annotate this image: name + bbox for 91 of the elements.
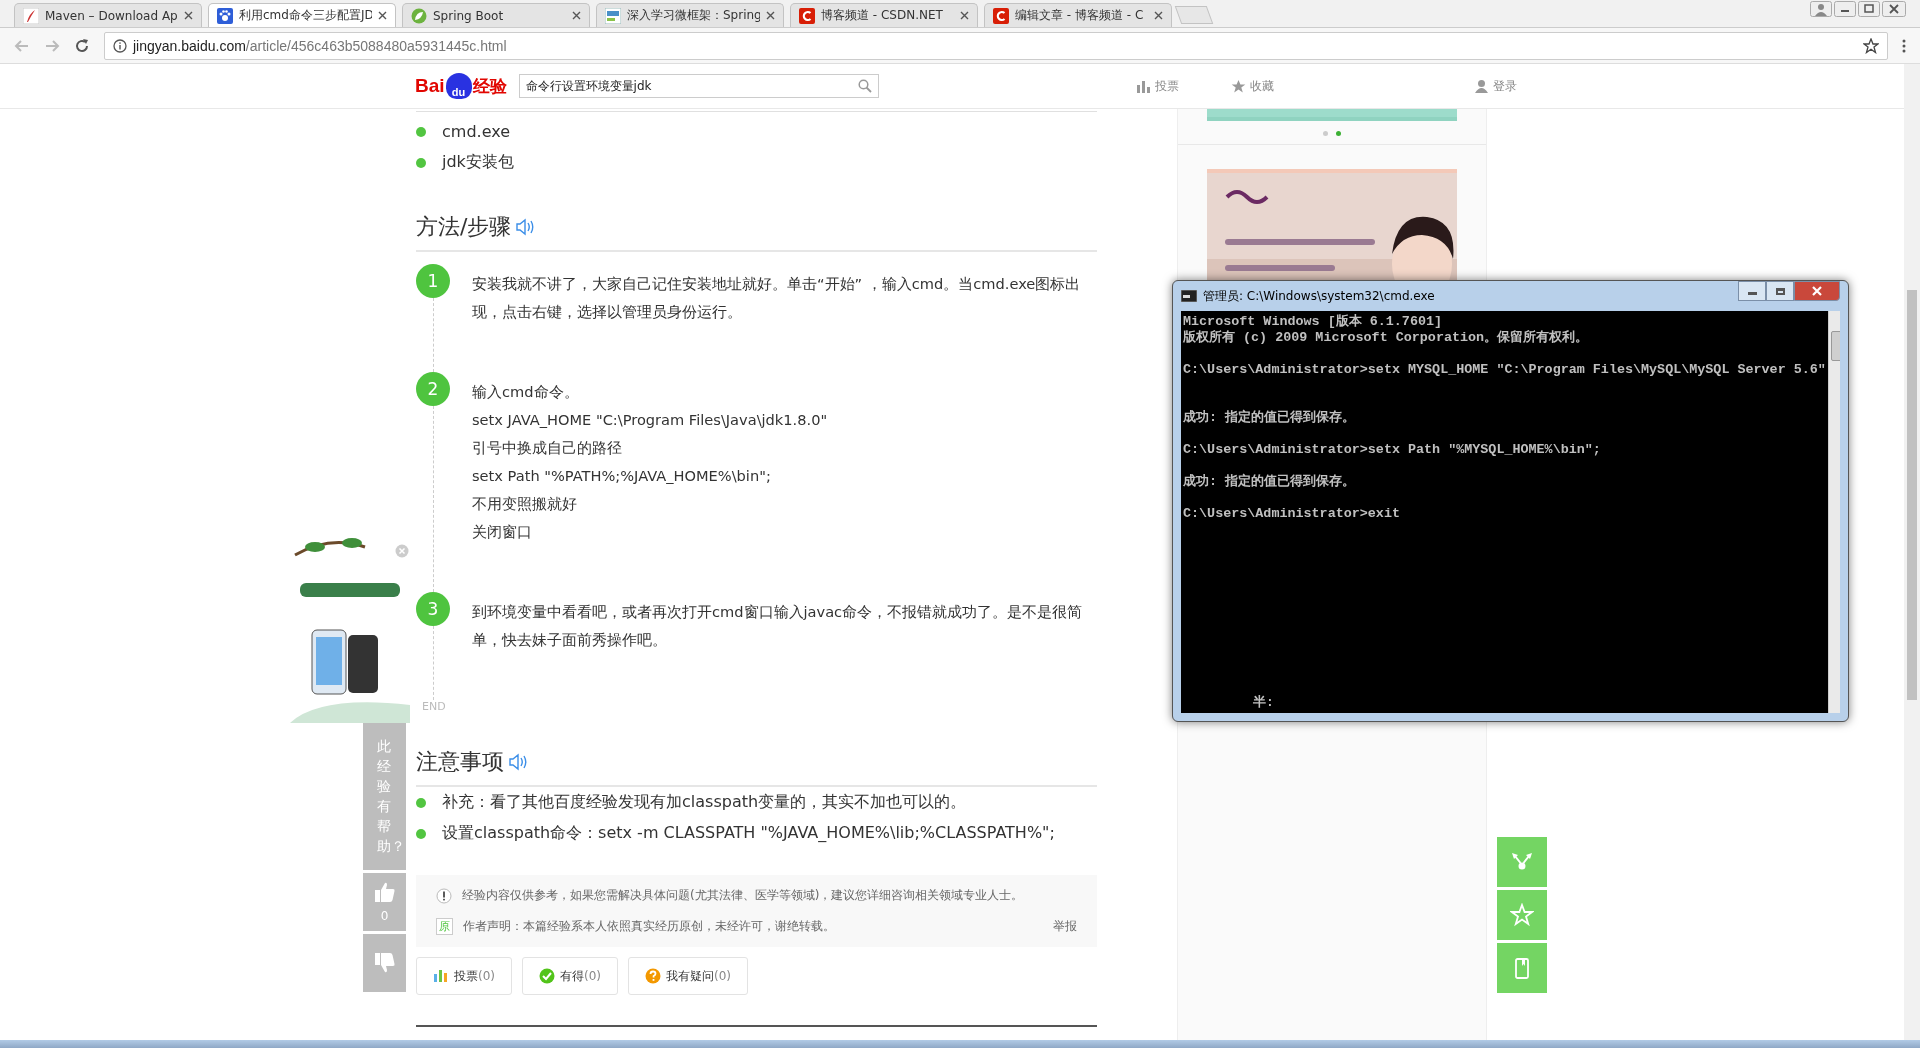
close-icon[interactable] bbox=[378, 11, 387, 20]
note-text: 补充：看了其他百度经验发现有加classpath变量的，其实不加也可以的。 bbox=[442, 792, 967, 813]
leaf-icon bbox=[411, 7, 427, 24]
step-text: 输入cmd命令。 bbox=[472, 382, 580, 402]
bar-chart-icon bbox=[433, 968, 449, 984]
csdn-icon bbox=[799, 7, 815, 24]
step-text: 到环境变量中看看吧，或者再次打开cmd窗口输入javac命令，不报错就成功了。是不是很简单，快去妹子面前秀操作吧。 bbox=[472, 602, 1084, 650]
step-text: 不用变照搬就好 bbox=[472, 494, 578, 514]
carousel-dot[interactable] bbox=[1323, 131, 1328, 136]
console-line: C:\Users\Administrator>setx Path "%MYSQL_HOME%\bin"; bbox=[1183, 442, 1601, 458]
minimize-icon[interactable] bbox=[1834, 1, 1856, 17]
action-button[interactable]: 我有疑问(0) bbox=[628, 957, 748, 995]
minimize-button[interactable] bbox=[1738, 281, 1766, 301]
list-item-text: cmd.exe bbox=[442, 122, 510, 141]
bullet-icon bbox=[416, 126, 426, 137]
restore-icon[interactable] bbox=[1858, 1, 1880, 17]
console-line: 成功: 指定的值已得到保存。 bbox=[1183, 410, 1356, 426]
close-icon bbox=[1811, 286, 1823, 296]
check-icon bbox=[539, 968, 555, 984]
step-text: setx Path "%PATH%;%JAVA_HOME%\bin"; bbox=[472, 466, 772, 486]
info-icon[interactable] bbox=[113, 38, 127, 53]
console-icon bbox=[1181, 290, 1197, 302]
step-text: 关闭窗口 bbox=[472, 522, 533, 542]
author-statement: 作者声明：本篇经验系本人依照真实经历原创，未经许可，谢绝转载。 bbox=[463, 918, 835, 935]
nav-link[interactable]: 投票 bbox=[1135, 77, 1179, 95]
input-mode-indicator: 半: bbox=[1253, 695, 1274, 711]
paw-icon bbox=[217, 7, 233, 24]
close-icon[interactable] bbox=[184, 11, 193, 20]
browser-tab[interactable]: Spring Boot bbox=[402, 3, 590, 27]
console-line: C:\Users\Administrator>exit bbox=[1183, 506, 1400, 522]
question-icon bbox=[645, 968, 661, 984]
browser-tab[interactable]: 深入学习微框架：Spring bbox=[596, 3, 784, 27]
end-label: END bbox=[421, 700, 447, 713]
close-icon[interactable] bbox=[766, 11, 775, 20]
helpful-question: 此经验有帮助？ bbox=[363, 722, 406, 870]
url-field[interactable]: jingyan.baidu.com/article/456c463b5088480a5931445c.html bbox=[104, 31, 1888, 60]
section-heading: 注意事项 bbox=[416, 748, 504, 776]
step-number: 1 bbox=[416, 264, 450, 298]
csdn-icon bbox=[993, 7, 1009, 24]
browser-tab[interactable]: 编辑文章 - 博客频道 - C bbox=[984, 3, 1172, 27]
step-text: 引号中换成自己的路径 bbox=[472, 438, 623, 458]
star-icon[interactable] bbox=[1863, 37, 1879, 54]
user-icon bbox=[1473, 78, 1489, 94]
thumbs-up-icon bbox=[373, 881, 396, 903]
info-icon bbox=[605, 7, 621, 24]
close-icon[interactable] bbox=[572, 11, 581, 20]
original-badge: 原 bbox=[436, 918, 453, 935]
console-line: 成功: 指定的值已得到保存。 bbox=[1183, 474, 1356, 490]
list-item-text: jdk安装包 bbox=[442, 152, 514, 173]
nav-link[interactable]: 登录 bbox=[1473, 77, 1517, 95]
star-icon bbox=[1510, 903, 1534, 927]
close-icon[interactable] bbox=[1154, 11, 1163, 20]
bullet-icon bbox=[416, 828, 426, 839]
baidu-jingyan-logo[interactable]: Bai du 经验 bbox=[415, 73, 507, 99]
note-text: 设置classpath命令：setx -m CLASSPATH "%JAVA_HOME%\lib;%CLASSPATH%"; bbox=[442, 823, 1055, 844]
scrollbar[interactable] bbox=[1904, 64, 1920, 1040]
report-link[interactable]: 举报 bbox=[1053, 918, 1077, 935]
window-title: 管理员: C:\Windows\system32\cmd.exe bbox=[1203, 287, 1436, 305]
section-heading: 方法/步骤 bbox=[416, 213, 512, 241]
reload-icon[interactable] bbox=[74, 37, 90, 54]
search-icon[interactable] bbox=[857, 79, 872, 93]
star-icon bbox=[1230, 78, 1246, 94]
url-text: jingyan.baidu.com/article/456c463b5088480a5931445c.html bbox=[133, 37, 508, 54]
bar-chart-icon bbox=[1135, 78, 1151, 94]
action-button[interactable]: 有得(0) bbox=[522, 957, 618, 995]
user-icon[interactable] bbox=[1810, 1, 1832, 17]
console-line: 版权所有 (c) 2009 Microsoft Corporation。保留所有权利。 bbox=[1183, 330, 1589, 346]
step-number: 3 bbox=[416, 592, 450, 626]
nav-link[interactable]: 收藏 bbox=[1230, 77, 1274, 95]
bullet-icon bbox=[416, 157, 426, 168]
close-icon[interactable] bbox=[960, 11, 969, 20]
scrollbar[interactable] bbox=[1827, 311, 1840, 713]
close-button[interactable] bbox=[1794, 281, 1840, 301]
disclaimer-text: 经验内容仅供参考，如果您需解决具体问题(尤其法律、医学等领域)，建议您详细咨询相关领域专业人士。 bbox=[462, 887, 1024, 904]
console-line: C:\Users\Administrator>setx MYSQL_HOME "C:\Program Files\MySQL\MySQL Server 5.6" bbox=[1183, 362, 1826, 378]
exclamation-icon bbox=[436, 887, 452, 904]
step-text: 安装我就不讲了，大家自己记住安装地址就好。单击“开始” ，输入cmd。当cmd.exe图标出现，点击右键，选择以管理员身份运行。 bbox=[472, 274, 1082, 322]
carousel-dot[interactable] bbox=[1336, 131, 1341, 136]
close-icon[interactable] bbox=[1882, 1, 1906, 17]
feather-icon bbox=[23, 7, 39, 24]
browser-tab[interactable]: 博客频道 - CSDN.NET bbox=[790, 3, 978, 27]
console-line: Microsoft Windows [版本 6.1.7601] bbox=[1183, 314, 1443, 330]
browser-tab[interactable]: Maven – Download Ap bbox=[14, 3, 202, 27]
search-field[interactable]: 命令行设置环境变量jdk bbox=[518, 74, 879, 98]
maximize-button[interactable] bbox=[1766, 281, 1794, 301]
thumbs-down-icon bbox=[373, 952, 396, 974]
bullet-icon bbox=[416, 797, 426, 808]
step-text: setx JAVA_HOME "C:\Program Files\Java\jdk1.8.0" bbox=[472, 410, 829, 430]
action-button[interactable]: 投票(0) bbox=[416, 957, 512, 995]
menu-icon[interactable] bbox=[1902, 38, 1906, 53]
step-number: 2 bbox=[416, 372, 450, 406]
